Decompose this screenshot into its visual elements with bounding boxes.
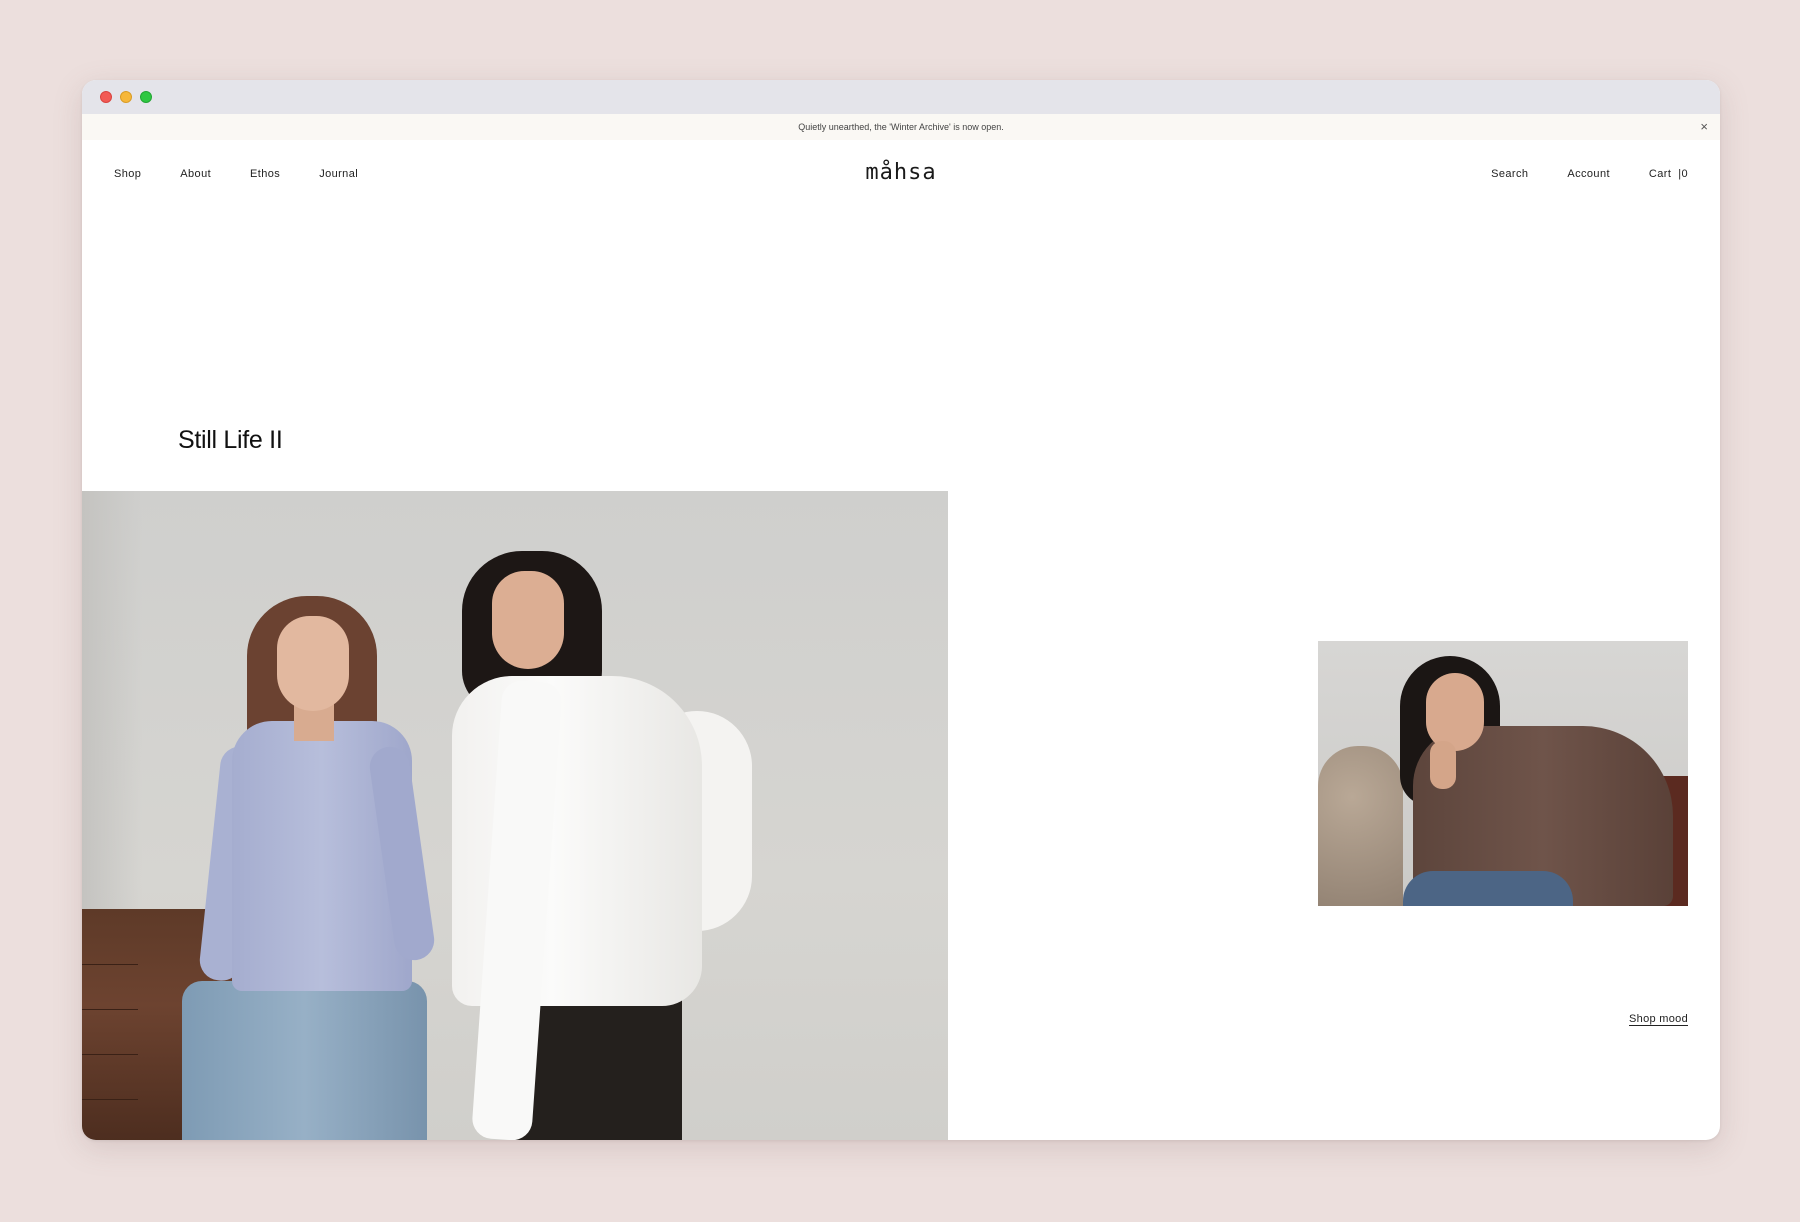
photo-dresser-line bbox=[82, 1054, 138, 1055]
photo-dresser-line bbox=[82, 1009, 138, 1010]
secondary-photo bbox=[1318, 641, 1688, 906]
close-window-icon[interactable] bbox=[100, 91, 112, 103]
photo-model-hand bbox=[1430, 741, 1456, 789]
photo-chair bbox=[1318, 746, 1403, 906]
maximize-window-icon[interactable] bbox=[140, 91, 152, 103]
announcement-text: Quietly unearthed, the 'Winter Archive' … bbox=[798, 122, 1004, 132]
nav-item-cart[interactable]: Cart |0 bbox=[1649, 168, 1688, 180]
photo-dresser-line bbox=[82, 1099, 138, 1100]
photo-model-face bbox=[492, 571, 564, 669]
browser-titlebar bbox=[82, 80, 1720, 114]
page-title: Still Life II bbox=[178, 426, 283, 454]
nav-item-search[interactable]: Search bbox=[1491, 168, 1528, 180]
minimize-window-icon[interactable] bbox=[120, 91, 132, 103]
nav-item-account[interactable]: Account bbox=[1567, 168, 1610, 180]
photo-model-face bbox=[1426, 673, 1484, 751]
photo-model-jeans bbox=[1403, 871, 1573, 906]
close-icon[interactable]: × bbox=[1700, 114, 1708, 140]
browser-window: Quietly unearthed, the 'Winter Archive' … bbox=[82, 80, 1720, 1140]
photo-model-jeans bbox=[182, 981, 427, 1140]
announcement-bar: Quietly unearthed, the 'Winter Archive' … bbox=[82, 114, 1720, 140]
photo-dresser-line bbox=[82, 964, 138, 965]
nav-right-group: Search Account Cart |0 bbox=[1452, 168, 1688, 180]
main-nav: Shop About Ethos Journal måhsa Search Ac… bbox=[82, 140, 1720, 210]
photo-model-face bbox=[277, 616, 349, 711]
shop-mood-link[interactable]: Shop mood bbox=[1629, 1013, 1688, 1025]
hero-photo bbox=[82, 491, 948, 1140]
